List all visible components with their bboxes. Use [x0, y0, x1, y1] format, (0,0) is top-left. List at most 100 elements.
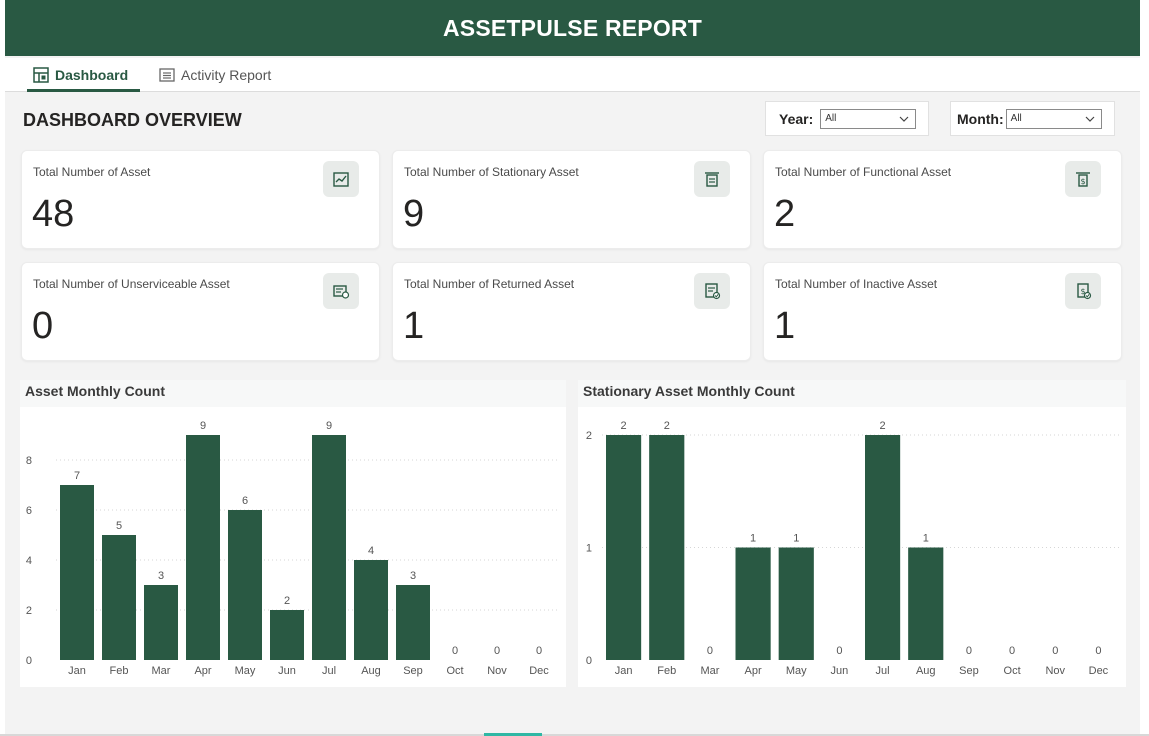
- x-tick-label: May: [235, 665, 256, 677]
- month-filter-label: Month:: [957, 110, 1004, 127]
- chevron-down-icon: [1085, 116, 1095, 122]
- chart-title: Stationary Asset Monthly Count: [583, 383, 795, 399]
- kpi-value: 1: [774, 305, 796, 347]
- x-tick-label: Mar: [700, 665, 719, 677]
- y-tick-label: 0: [586, 655, 592, 667]
- chart-title: Asset Monthly Count: [25, 383, 165, 399]
- data-label: 3: [158, 570, 164, 582]
- x-tick-label: Sep: [959, 665, 979, 677]
- data-label: 1: [923, 533, 929, 545]
- y-tick-label: 4: [26, 555, 32, 567]
- kpi-card-returned-asset: Total Number of Returned Asset 1: [392, 262, 751, 361]
- kpi-card-total-asset: Total Number of Asset 48: [21, 150, 380, 249]
- report-header: ASSETPULSE REPORT: [5, 0, 1140, 56]
- asset-monthly-bar-chart: 0 2 4 6 8 7 Jan 5 Feb 3 Mar 9 Apr 6 May 2 Jun 9 Jul 4 Aug 3 Se…: [26, 420, 560, 677]
- kpi-label: Total Number of Returned Asset: [404, 277, 575, 291]
- data-label: 2: [621, 420, 627, 432]
- y-tick-label: 2: [26, 605, 32, 617]
- kpi-label: Total Number of Asset: [33, 165, 151, 179]
- month-filter: Month: All: [950, 101, 1115, 136]
- data-label: 0: [1009, 645, 1015, 657]
- stationary-monthly-count-chart: Stationary Asset Monthly Count 0 1 2 2 Jan 2 F…: [578, 380, 1126, 687]
- bar-jun: [270, 610, 304, 660]
- y-tick-label: 1: [586, 543, 592, 555]
- bar-may: [778, 547, 814, 660]
- kpi-label: Total Number of Unserviceable Asset: [33, 277, 230, 291]
- svg-text:$: $: [1080, 177, 1085, 186]
- x-tick-label: Jul: [322, 665, 336, 677]
- returned-icon: [694, 273, 730, 309]
- data-label: 1: [750, 533, 756, 545]
- data-label: 2: [284, 595, 290, 607]
- data-label: 0: [966, 645, 972, 657]
- data-label: 0: [707, 645, 713, 657]
- data-label: 9: [326, 420, 332, 432]
- chart-title-bar: Asset Monthly Count: [20, 380, 566, 407]
- unserviceable-icon: [323, 273, 359, 309]
- x-tick-label: Jul: [876, 665, 890, 677]
- kpi-value: 2: [774, 193, 796, 235]
- month-select-value: All: [1010, 113, 1022, 124]
- kpi-card-functional-asset: Total Number of Functional Asset 2 $: [763, 150, 1122, 249]
- bar-jan: [606, 435, 642, 660]
- kpi-label: Total Number of Stationary Asset: [404, 165, 579, 179]
- chart-title-bar: Stationary Asset Monthly Count: [578, 380, 1126, 407]
- x-tick-label: Nov: [1045, 665, 1065, 677]
- data-label: 2: [664, 420, 670, 432]
- bar-jul: [312, 435, 346, 660]
- tab-activity-report[interactable]: Activity Report: [159, 58, 271, 92]
- x-tick-label: Oct: [446, 665, 463, 677]
- month-select[interactable]: All: [1005, 108, 1102, 129]
- bar-jan: [60, 485, 94, 660]
- data-label: 7: [74, 470, 80, 482]
- kpi-card-inactive-asset: Total Number of Inactive Asset 1 $: [763, 262, 1122, 361]
- kpi-value: 1: [403, 305, 425, 347]
- kpi-value: 48: [32, 193, 75, 235]
- inactive-icon: $: [1065, 273, 1101, 309]
- data-label: 9: [200, 420, 206, 432]
- data-label: 3: [410, 570, 416, 582]
- data-label: 5: [116, 520, 122, 532]
- functional-icon: $: [1065, 161, 1101, 197]
- asset-monthly-count-chart: Asset Monthly Count 0 2 4 6 8 7 Jan 5 Feb 3 Mar 9 Ap…: [20, 380, 566, 687]
- data-label: 6: [242, 495, 248, 507]
- x-tick-label: Sep: [403, 665, 423, 677]
- y-tick-label: 8: [26, 455, 32, 467]
- x-tick-label: Aug: [916, 665, 936, 677]
- bar-jul: [865, 435, 901, 660]
- kpi-value: 9: [403, 193, 425, 235]
- year-filter-label: Year:: [779, 110, 814, 127]
- bar-apr: [735, 547, 771, 660]
- dashboard-icon: [33, 67, 49, 83]
- kpi-card-stationary-asset: Total Number of Stationary Asset 9: [392, 150, 751, 249]
- report-canvas: ASSETPULSE REPORT Dashboard Activity Rep…: [5, 0, 1140, 736]
- x-tick-label: Apr: [194, 665, 211, 677]
- bar-apr: [186, 435, 220, 660]
- report-icon: [159, 68, 175, 82]
- year-select-value: All: [825, 113, 837, 124]
- data-label: 0: [836, 645, 842, 657]
- x-tick-label: Aug: [361, 665, 381, 677]
- bar-mar: [144, 585, 178, 660]
- tab-bar: Dashboard Activity Report: [5, 58, 1140, 92]
- x-tick-label: Apr: [745, 665, 762, 677]
- kpi-label: Total Number of Inactive Asset: [775, 277, 938, 291]
- year-select[interactable]: All: [820, 108, 917, 129]
- bar-feb: [649, 435, 685, 660]
- x-tick-label: Mar: [152, 665, 171, 677]
- tab-dashboard[interactable]: Dashboard: [26, 58, 141, 92]
- y-tick-label: 0: [26, 655, 32, 667]
- kpi-label: Total Number of Functional Asset: [775, 165, 952, 179]
- x-tick-label: Dec: [529, 665, 549, 677]
- x-tick-label: Jan: [68, 665, 86, 677]
- stationary-icon: [694, 161, 730, 197]
- data-label: 0: [536, 645, 542, 657]
- x-tick-label: Jan: [615, 665, 633, 677]
- year-filter: Year: All: [765, 101, 929, 136]
- kpi-card-unserviceable-asset: Total Number of Unserviceable Asset 0: [21, 262, 380, 361]
- x-tick-label: Jun: [278, 665, 296, 677]
- x-tick-label: Nov: [487, 665, 507, 677]
- x-tick-label: Feb: [657, 665, 676, 677]
- stationary-monthly-bar-chart: 0 1 2 2 Jan 2 Feb 0 Mar 1 Apr 1 May 0 Jun 2 Jul 1 Aug 0 Sep 0…: [586, 420, 1120, 677]
- data-label: 4: [368, 545, 374, 557]
